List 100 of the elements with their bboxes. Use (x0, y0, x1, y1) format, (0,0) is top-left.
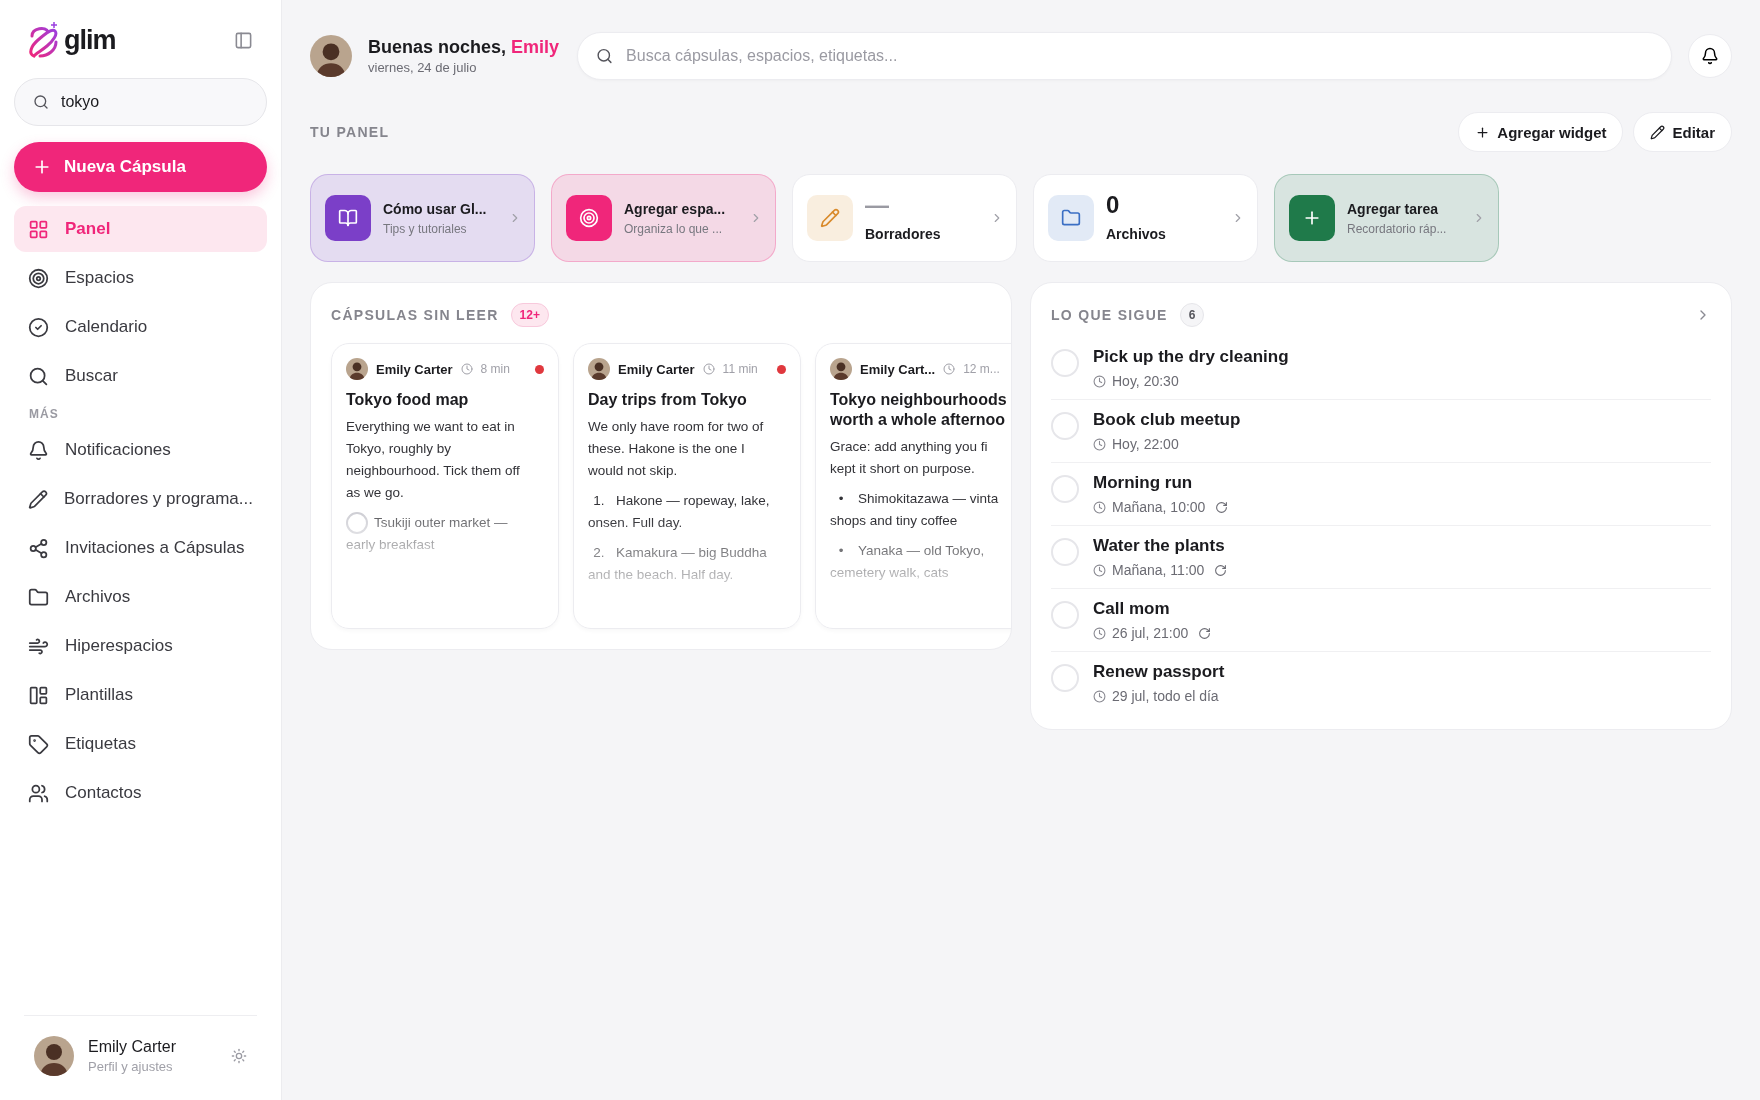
plus-icon (1475, 124, 1491, 140)
capsule-time: 8 min (480, 362, 510, 376)
target-icon (28, 267, 49, 289)
task-title: Water the plants (1093, 536, 1226, 556)
widget-card[interactable]: Cómo usar Gl... Tips y tutoriales (310, 174, 535, 262)
share-icon (28, 537, 49, 559)
capsule-time: 11 min (722, 362, 758, 376)
check-circle-icon (28, 316, 49, 338)
task-checkbox[interactable] (1051, 601, 1079, 629)
list-marker: 2. (592, 544, 606, 562)
search-field[interactable]: Busca cápsulas, espacios, etiquetas... (577, 32, 1672, 80)
section-title: TU PANEL (310, 124, 390, 140)
task-time: Mañana, 10:00 (1112, 499, 1206, 515)
widget-card[interactable]: Agregar espa... Organiza lo que ... (551, 174, 776, 262)
widget-subtitle: Organiza lo que ... (624, 222, 724, 236)
list-item-text: onsen. Full day. (588, 514, 684, 532)
grid-icon (28, 218, 49, 240)
target-icon (579, 208, 599, 228)
count-badge: 6 (1179, 303, 1205, 327)
task-title: Morning run (1093, 473, 1194, 493)
count-badge: 12+ (510, 303, 549, 327)
task-time: Hoy, 20:30 (1112, 373, 1179, 389)
nav-item[interactable]: Calendario (14, 304, 267, 350)
widget-card[interactable]: 0 Archivos (1033, 174, 1258, 262)
widget-title: Agregar tarea (1347, 200, 1440, 218)
nav-item[interactable]: Plantillas (14, 672, 267, 718)
widget-subtitle: Tips y tutoriales (383, 222, 468, 236)
folder-icon (1061, 208, 1081, 228)
notifications-button[interactable] (1688, 34, 1732, 78)
users-icon (28, 782, 49, 804)
clock-icon (1093, 437, 1106, 451)
clock-icon (460, 363, 473, 375)
pencil-icon (820, 208, 840, 228)
nav-item[interactable]: Hiperespacios (14, 623, 267, 669)
nav-item[interactable]: Invitaciones a Cápsulas (14, 525, 267, 571)
sidebar-toggle-icon[interactable] (234, 30, 253, 50)
sun-icon[interactable] (231, 1048, 247, 1064)
task-time: Mañana, 11:00 (1112, 562, 1205, 578)
layout-icon (28, 684, 49, 706)
nav-item[interactable]: Contactos (14, 770, 267, 816)
task-time: 29 jul, todo el día (1112, 688, 1219, 704)
task-checkbox[interactable] (1051, 412, 1079, 440)
clock-icon (1093, 626, 1106, 640)
clock-icon (702, 363, 715, 375)
task-time: Hoy, 22:00 (1112, 436, 1179, 452)
profile-name: Emily Carter (88, 1038, 177, 1056)
list-item-text: and the beach. Half day. (588, 566, 735, 584)
action-button[interactable]: Editar (1633, 112, 1732, 152)
profile-subtitle: Perfil y ajustes (88, 1059, 174, 1074)
task-checkbox[interactable] (1051, 475, 1079, 503)
widget-title: Cómo usar Gl... (383, 200, 488, 218)
bell-icon (28, 439, 49, 461)
action-button[interactable]: Agregar widget (1458, 112, 1624, 152)
search-field[interactable]: tokyo (14, 78, 267, 126)
task-title: Renew passport (1093, 662, 1225, 682)
avatar (346, 358, 368, 380)
greeting: Buenas noches, Emily (368, 37, 560, 58)
list-item-text: Tsukiji outer market — (374, 514, 508, 532)
avatar (830, 358, 852, 380)
capsule-card[interactable]: Emily Carter 8 min Tokyo food map Everything we want to eat in Tokyo, roughly by neighbourhood. Tick them off as we go. Tsukiji outer market — early breakfast (331, 343, 559, 629)
widget-card[interactable]: Agregar tarea Recordatorio ráp... (1274, 174, 1499, 262)
book-icon (338, 208, 358, 228)
task-title: Pick up the dry cleaning (1093, 347, 1289, 367)
task-checkbox[interactable] (1051, 538, 1079, 566)
search-icon (28, 365, 49, 387)
pencil-icon (28, 488, 49, 510)
clock-icon (1093, 500, 1106, 514)
section-title: CÁPSULAS SIN LEER (331, 307, 499, 323)
task-checkbox[interactable] (1051, 349, 1079, 377)
nav-item[interactable]: Buscar (14, 353, 267, 399)
clock-icon (1093, 689, 1106, 703)
nav-item[interactable]: Notificaciones (14, 427, 267, 473)
capsule-card[interactable] (573, 343, 801, 629)
list-item-text: Hakone — ropeway, lake, (616, 492, 770, 510)
task-checkbox[interactable] (1051, 664, 1079, 692)
checkbox[interactable] (346, 512, 368, 534)
list-item-text: Yanaka — old Tokyo, (858, 542, 985, 560)
capsule-title: Tokyo neighbourhoods worth a whole afternoo (830, 390, 1008, 430)
capsule-title: Tokyo food map (346, 390, 470, 410)
list-item-text: Kamakura — big Buddha (616, 544, 767, 562)
widget-title: Agregar espa... (624, 200, 727, 218)
clock-icon (1093, 374, 1106, 388)
nav-item[interactable]: Archivos (14, 574, 267, 620)
clock-icon (1093, 563, 1106, 577)
nav-item[interactable]: Espacios (14, 255, 267, 301)
nav-item[interactable]: Borradores y programa... (14, 476, 267, 522)
capsule-text: We only have room for two of these. Hakone is the one I would not skip. (588, 418, 765, 480)
widget-value: — (865, 193, 890, 217)
new-capsule-button[interactable]: Nueva Cápsula (14, 142, 267, 192)
brand-name: glim (64, 24, 116, 56)
task-time: 26 jul, 21:00 (1112, 625, 1189, 641)
nav-item[interactable]: Etiquetas (14, 721, 267, 767)
list-item-text: early breakfast (346, 536, 436, 554)
list-item-text: shops and tiny coffee (830, 512, 959, 530)
clock-icon (943, 363, 956, 375)
capsule-text: Grace: add anything you fi kept it short on purpose. (830, 438, 989, 478)
bell-icon (1701, 47, 1719, 65)
avatar (310, 35, 352, 77)
capsule-title: Day trips from Tokyo (588, 390, 748, 410)
widget-card[interactable]: — Borradores (792, 174, 1017, 262)
